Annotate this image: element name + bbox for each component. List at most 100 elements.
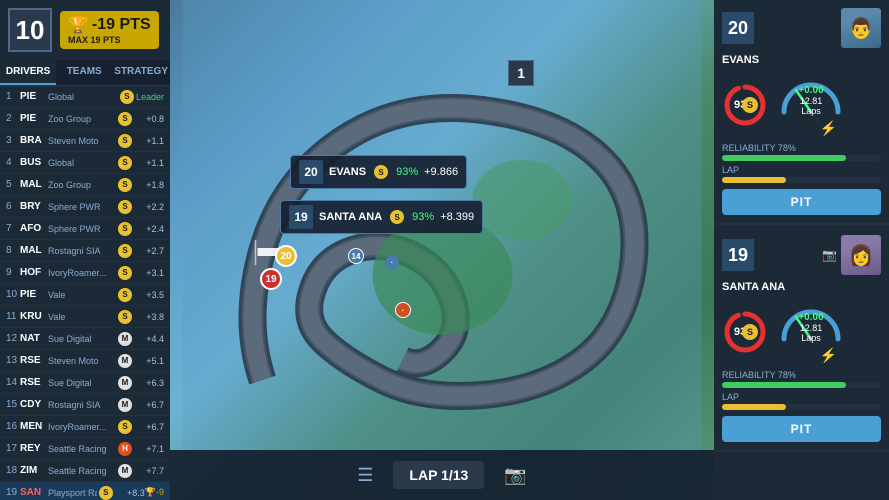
driver-gap: +6.7 — [134, 422, 164, 432]
driver-row[interactable]: 17 REY Seattle Racing H +7.1 — [0, 438, 170, 460]
top-header: 10 🏆 -19 PTS MAX 19 PTS — [0, 0, 170, 60]
car-tire-20: S — [374, 165, 388, 179]
driver-row[interactable]: 6 BRY Sphere PWR S +2.2 — [0, 196, 170, 218]
car-overlay-20: 20 EVANS S 93% +9.866 — [290, 155, 467, 189]
tire-badge-santaana: S — [742, 324, 758, 340]
card-number-santaana: 19 — [722, 239, 754, 271]
lap-indicator: LAP 1/13 — [393, 461, 484, 489]
driver-row[interactable]: 9 HOF IvoryRoamer... S +3.1 — [0, 262, 170, 284]
driver-pos: 7 — [6, 223, 20, 234]
driver-pos: 14 — [6, 377, 20, 388]
driver-row[interactable]: 15 CDY Rostagni SIA M +6.7 — [0, 394, 170, 416]
driver-gap: +2.7 — [134, 246, 164, 256]
speed-gauge-evans: +0.00 12.81 Laps — [776, 72, 846, 118]
camera-icon-bottom[interactable]: 📷 — [504, 465, 526, 486]
driver-row[interactable]: 8 MAL Rostagni SIA S +2.7 — [0, 240, 170, 262]
tire-badge: S — [118, 222, 132, 236]
menu-icon[interactable]: ☰ — [357, 465, 373, 486]
card-name-santaana: SANTA ANA — [722, 281, 881, 293]
lap-bar-fill-santaana — [722, 404, 786, 410]
tire-badge: S — [118, 310, 132, 324]
driver-gap: +1.1 — [134, 136, 164, 146]
tab-teams[interactable]: TEAMS — [56, 60, 112, 85]
tire-badge: S — [120, 90, 134, 104]
car-gap-19: +8.399 — [440, 211, 474, 223]
driver-row[interactable]: 16 MEN IvoryRoamer... S +6.7 — [0, 416, 170, 438]
driver-row[interactable]: 2 PIE Zoo Group S +0.8 — [0, 108, 170, 130]
trophy-icon: 🏆 — [68, 15, 88, 35]
position-1-box: 1 — [508, 60, 534, 86]
driver-code: SAN — [20, 487, 48, 498]
driver-pos: 18 — [6, 465, 20, 476]
driver-code: CDY — [20, 399, 48, 410]
driver-pos: 17 — [6, 443, 20, 454]
driver-row[interactable]: 4 BUS Global S +1.1 — [0, 152, 170, 174]
driver-row[interactable]: 18 ZIM Seattle Racing M +7.7 — [0, 460, 170, 482]
map-area: 20 19 14 · · 20 EVANS S 93% +9.866 19 SA… — [170, 0, 714, 500]
driver-row[interactable]: 13 RSE Steven Moto M +5.1 — [0, 350, 170, 372]
driver-code: BUS — [20, 157, 48, 168]
driver-code: RSE — [20, 377, 48, 388]
car-percent-20: 93% — [396, 166, 418, 178]
driver-code: KRU — [20, 311, 48, 322]
driver-row[interactable]: 1 PIE Global S Leader — [0, 86, 170, 108]
tire-badge: S — [99, 486, 113, 500]
driver-pos: 3 — [6, 135, 20, 146]
track-svg — [170, 0, 714, 500]
driver-team: Steven Moto — [48, 356, 116, 366]
driver-gap: +6.3 — [134, 378, 164, 388]
driver-gap: +2.2 — [134, 202, 164, 212]
driver-row[interactable]: 5 MAL Zoo Group S +1.8 — [0, 174, 170, 196]
nav-tabs: DRIVERS TEAMS STRATEGY — [0, 60, 170, 86]
driver-team: Seattle Racing — [48, 444, 116, 454]
driver-pos: 11 — [6, 311, 20, 322]
lightning-icon-santaana: ⚡ — [776, 347, 881, 364]
tire-badge: S — [118, 178, 132, 192]
speed-laps-evans: 12.81 Laps — [794, 96, 829, 116]
driver-code: PIE — [20, 113, 48, 124]
tire-badge: S — [118, 200, 132, 214]
driver-pos: 5 — [6, 179, 20, 190]
driver-team: Global — [48, 158, 116, 168]
pit-button-evans[interactable]: PIT — [722, 189, 881, 215]
driver-gap: +3.8 — [134, 312, 164, 322]
car-name-20: EVANS — [329, 166, 366, 178]
car-tire-19: S — [390, 210, 404, 224]
camera-icon-santaana: 📷 — [822, 248, 837, 262]
speed-stat-santaana: +0.00 12.81 Laps ⚡ — [776, 299, 881, 364]
driver-pos: 8 — [6, 245, 20, 256]
driver-team: IvoryRoamer... — [48, 268, 116, 278]
card-stats-santaana: 93% S +0.00 12.81 Laps ⚡ — [722, 299, 881, 364]
driver-row[interactable]: 3 BRA Steven Moto S +1.1 — [0, 130, 170, 152]
tire-badge: S — [118, 244, 132, 258]
tab-strategy[interactable]: STRATEGY — [112, 60, 170, 85]
driver-row[interactable]: 14 RSE Sue Digital M +6.3 — [0, 372, 170, 394]
rel-bar-fill-evans — [722, 155, 846, 161]
driver-row[interactable]: 7 AFO Sphere PWR S +2.4 — [0, 218, 170, 240]
driver-gap: +8.3 — [115, 488, 145, 498]
tire-badge-evans: S — [742, 97, 758, 113]
driver-row[interactable]: 19 SAN Playsport Ra... S +8.3 🏆-9 — [0, 482, 170, 500]
driver-card-evans: 20 👨 EVANS 93% S — [714, 0, 889, 225]
pit-button-santaana[interactable]: PIT — [722, 416, 881, 442]
trophy-icon: 🏆-9 — [145, 487, 164, 498]
speed-value-evans: +0.00 12.81 Laps — [794, 85, 829, 116]
driver-gap: +7.1 — [134, 444, 164, 454]
driver-row[interactable]: 11 KRU Vale S +3.8 — [0, 306, 170, 328]
current-lap: 10 — [8, 8, 52, 52]
pts-main: 🏆 -19 PTS — [68, 15, 151, 35]
driver-team: Rostagni SIA — [48, 400, 116, 410]
driver-row[interactable]: 10 PIE Vale S +3.5 — [0, 284, 170, 306]
speed-plus-evans: +0.00 — [794, 85, 829, 96]
tire-badge: S — [118, 112, 132, 126]
driver-code: ZIM — [20, 465, 48, 476]
tire-badge: S — [118, 288, 132, 302]
reliability-label-santaana: RELIABILITY 78% — [722, 370, 881, 380]
driver-pos: 15 — [6, 399, 20, 410]
speed-gauge-santaana: +0.00 12.81 Laps — [776, 299, 846, 345]
driver-row[interactable]: 12 NAT Sue Digital M +4.4 — [0, 328, 170, 350]
driver-code: MAL — [20, 179, 48, 190]
tab-drivers[interactable]: DRIVERS — [0, 60, 56, 85]
driver-code: MAL — [20, 245, 48, 256]
driver-team: Rostagni SIA — [48, 246, 116, 256]
